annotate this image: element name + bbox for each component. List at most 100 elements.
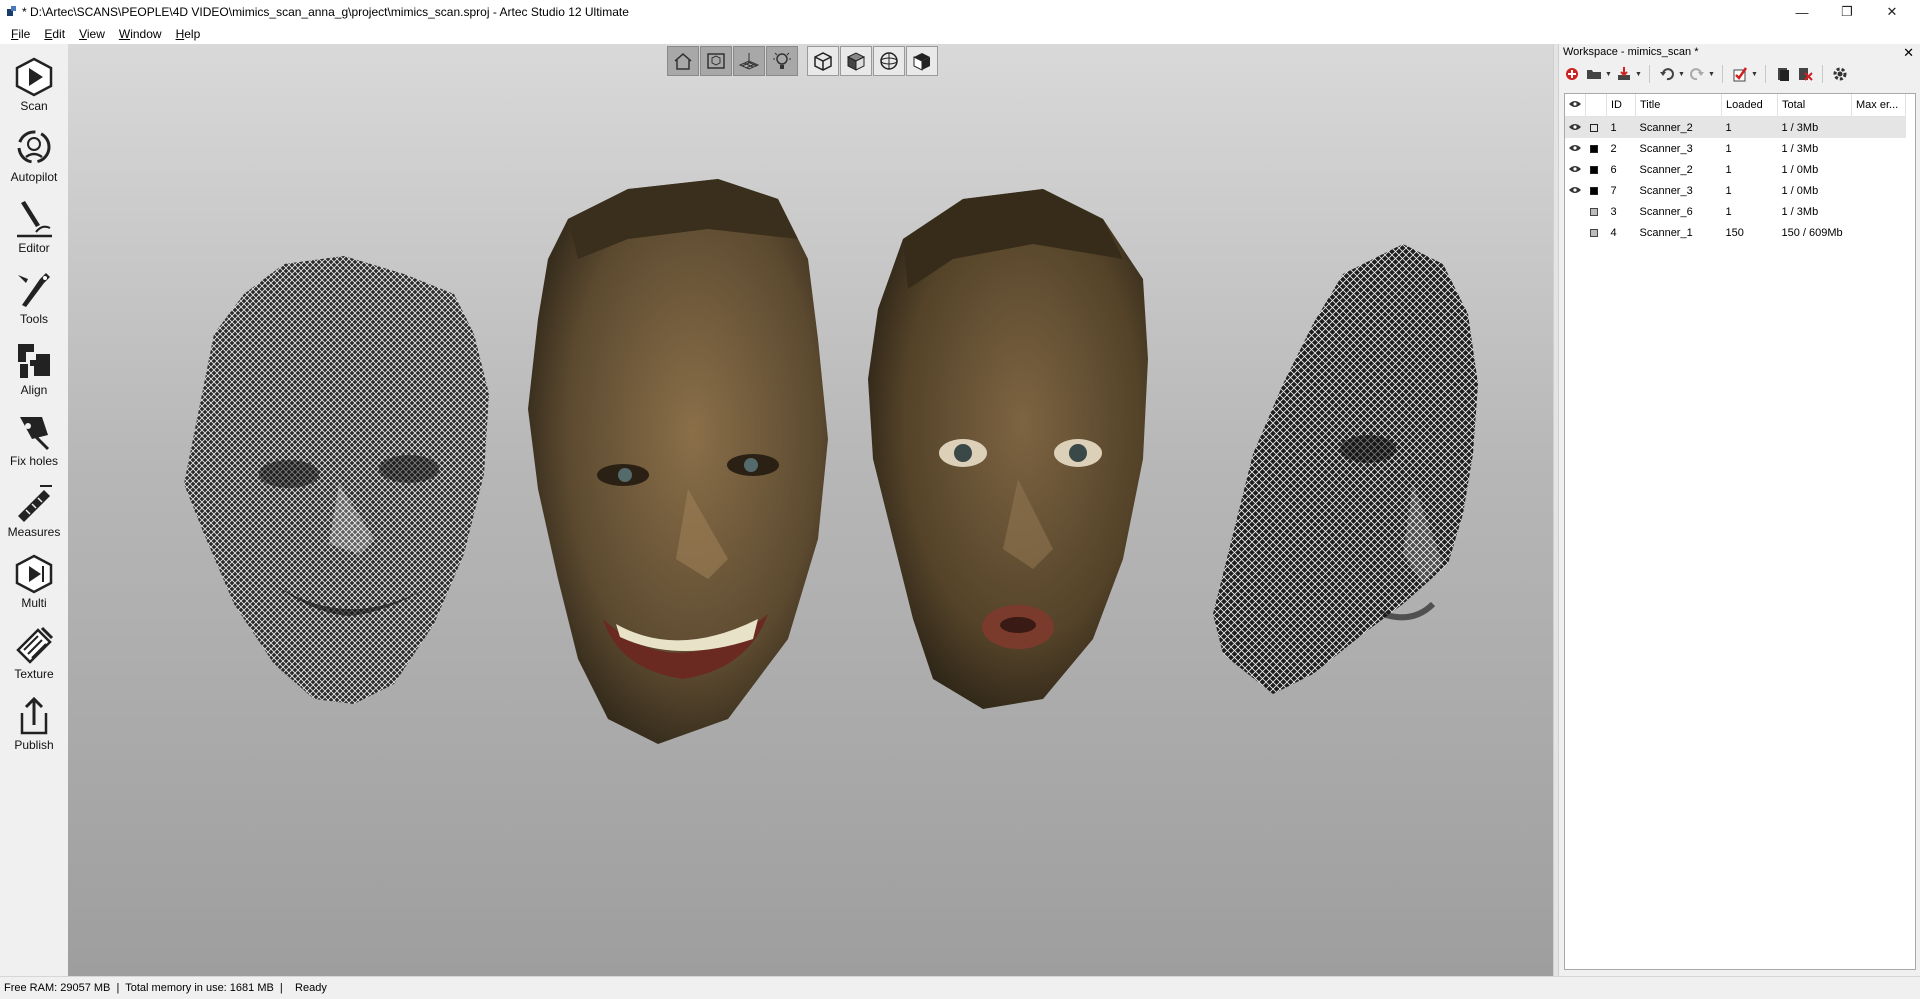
grid-icon bbox=[738, 53, 760, 70]
check-cell[interactable] bbox=[1586, 222, 1607, 243]
scan-label: Scan bbox=[20, 99, 48, 113]
checkbox[interactable] bbox=[1589, 228, 1598, 237]
checkbox[interactable] bbox=[1589, 165, 1598, 174]
redo-dropdown-arrow-icon[interactable]: ▼ bbox=[1708, 71, 1716, 78]
check-cell[interactable] bbox=[1586, 201, 1607, 222]
select-visible-button[interactable] bbox=[1729, 63, 1751, 85]
menu-help[interactable]: Help bbox=[169, 24, 208, 44]
textured-cube-icon bbox=[913, 53, 930, 71]
measures-label: Measures bbox=[7, 525, 61, 539]
fit-view-button[interactable] bbox=[700, 46, 732, 76]
column-header-max-error[interactable]: Max er... bbox=[1851, 94, 1906, 117]
3d-viewport[interactable] bbox=[68, 44, 1553, 976]
check-cell[interactable] bbox=[1585, 116, 1607, 138]
visibility-cell[interactable] bbox=[1565, 222, 1586, 243]
table-row[interactable]: 2 Scanner_3 1 1 / 3Mb bbox=[1565, 138, 1906, 159]
scan-button[interactable]: Scan bbox=[0, 48, 68, 118]
fit-view-icon bbox=[707, 53, 725, 69]
visibility-cell[interactable] bbox=[1565, 138, 1586, 159]
check-cell[interactable] bbox=[1586, 138, 1607, 159]
table-row[interactable]: 4 Scanner_1 150 150 / 609Mb bbox=[1565, 222, 1906, 243]
table-row[interactable]: 6 Scanner_2 1 1 / 0Mb bbox=[1565, 159, 1906, 180]
autopilot-icon bbox=[17, 130, 51, 164]
measures-button[interactable]: Measures bbox=[0, 474, 68, 544]
scan-mesh-textured-face-2[interactable] bbox=[508, 159, 848, 779]
fix-holes-button[interactable]: Fix holes bbox=[0, 403, 68, 473]
visibility-cell[interactable] bbox=[1565, 180, 1586, 201]
undo-button[interactable] bbox=[1656, 63, 1678, 85]
column-header-title[interactable]: Title bbox=[1635, 94, 1722, 117]
home-view-button[interactable] bbox=[667, 46, 699, 76]
loaded-cell: 1 bbox=[1725, 142, 1732, 155]
wireframe-mode-button[interactable] bbox=[807, 46, 839, 76]
fix-holes-icon bbox=[20, 417, 50, 451]
select-dropdown-arrow-icon[interactable]: ▼ bbox=[1751, 71, 1759, 78]
delete-button[interactable] bbox=[1794, 63, 1816, 85]
menu-file[interactable]: File bbox=[4, 24, 37, 44]
menu-window[interactable]: Window bbox=[112, 24, 169, 44]
light-toggle-button[interactable] bbox=[766, 46, 798, 76]
import-dropdown-arrow-icon[interactable]: ▼ bbox=[1635, 71, 1643, 78]
column-header-total[interactable]: Total bbox=[1777, 94, 1852, 117]
title-cell: Scanner_2 bbox=[1639, 163, 1693, 176]
minimize-button[interactable]: — bbox=[1780, 0, 1824, 24]
column-header-visibility[interactable] bbox=[1565, 94, 1586, 117]
checkbox[interactable] bbox=[1589, 123, 1598, 132]
open-project-button[interactable] bbox=[1583, 63, 1605, 85]
visibility-cell[interactable] bbox=[1565, 116, 1586, 138]
autopilot-button[interactable]: Autopilot bbox=[0, 119, 68, 189]
new-project-button[interactable] bbox=[1561, 63, 1583, 85]
workspace-close-button[interactable]: ✕ bbox=[1903, 44, 1914, 61]
tools-button[interactable]: Tools bbox=[0, 261, 68, 331]
eraser-icon bbox=[17, 201, 52, 238]
sphere-mode-button[interactable] bbox=[873, 46, 905, 76]
publish-button[interactable]: Publish bbox=[0, 687, 68, 757]
check-cell[interactable] bbox=[1586, 159, 1607, 180]
restore-button[interactable]: ❐ bbox=[1825, 0, 1869, 24]
solid-cube-icon bbox=[846, 52, 866, 71]
status-bar: Free RAM: 29057 MB | Total memory in use… bbox=[0, 976, 1920, 999]
multi-button[interactable]: Multi bbox=[0, 545, 68, 615]
menu-view[interactable]: View bbox=[72, 24, 112, 44]
multi-icon bbox=[15, 554, 53, 594]
close-button[interactable]: ✕ bbox=[1870, 0, 1914, 24]
table-header-row: ID Title Loaded Total Max er... bbox=[1565, 94, 1906, 117]
column-header-loaded[interactable]: Loaded bbox=[1721, 94, 1778, 117]
visibility-cell[interactable] bbox=[1565, 159, 1586, 180]
check-cell[interactable] bbox=[1586, 180, 1607, 201]
checkbox[interactable] bbox=[1589, 186, 1598, 195]
home-icon bbox=[674, 53, 692, 70]
column-header-id[interactable]: ID bbox=[1606, 94, 1636, 117]
table-row[interactable]: 3 Scanner_6 1 1 / 3Mb bbox=[1565, 201, 1906, 222]
app-icon bbox=[7, 6, 16, 16]
grid-toggle-button[interactable] bbox=[733, 46, 765, 76]
checkbox[interactable] bbox=[1589, 207, 1598, 216]
checkbox[interactable] bbox=[1589, 144, 1598, 153]
texture-label: Texture bbox=[14, 667, 54, 681]
table-row[interactable]: 1 Scanner_2 1 1 / 3Mb bbox=[1565, 116, 1906, 138]
settings-button[interactable] bbox=[1829, 63, 1851, 85]
open-dropdown-arrow-icon[interactable]: ▼ bbox=[1605, 71, 1613, 78]
align-button[interactable]: Align bbox=[0, 332, 68, 402]
menu-edit[interactable]: Edit bbox=[37, 24, 72, 44]
menu-help-label: elp bbox=[184, 27, 201, 41]
texture-mode-button[interactable] bbox=[906, 46, 938, 76]
scans-table-container: ID Title Loaded Total Max er... 1 Scanne… bbox=[1564, 93, 1916, 970]
undo-dropdown-arrow-icon[interactable]: ▼ bbox=[1678, 71, 1686, 78]
title-cell: Scanner_6 bbox=[1639, 205, 1693, 218]
title-cell: Scanner_3 bbox=[1639, 184, 1693, 197]
copy-button[interactable] bbox=[1772, 63, 1794, 85]
publish-icon bbox=[20, 696, 48, 735]
editor-button[interactable]: Editor bbox=[0, 190, 68, 260]
redo-button[interactable] bbox=[1686, 63, 1708, 85]
texture-button[interactable]: Texture bbox=[0, 616, 68, 686]
visibility-cell[interactable] bbox=[1565, 201, 1586, 222]
table-row[interactable]: 7 Scanner_3 1 1 / 0Mb bbox=[1565, 180, 1906, 201]
check-red-icon bbox=[1733, 67, 1748, 82]
scan-mesh-wireframe-face-1[interactable] bbox=[124, 184, 564, 784]
scan-mesh-wireframe-face-4[interactable] bbox=[1203, 234, 1553, 754]
scan-mesh-textured-face-3[interactable] bbox=[853, 159, 1173, 759]
copy-icon bbox=[1778, 68, 1789, 81]
solid-mode-button[interactable] bbox=[840, 46, 872, 76]
import-button[interactable] bbox=[1613, 63, 1635, 85]
